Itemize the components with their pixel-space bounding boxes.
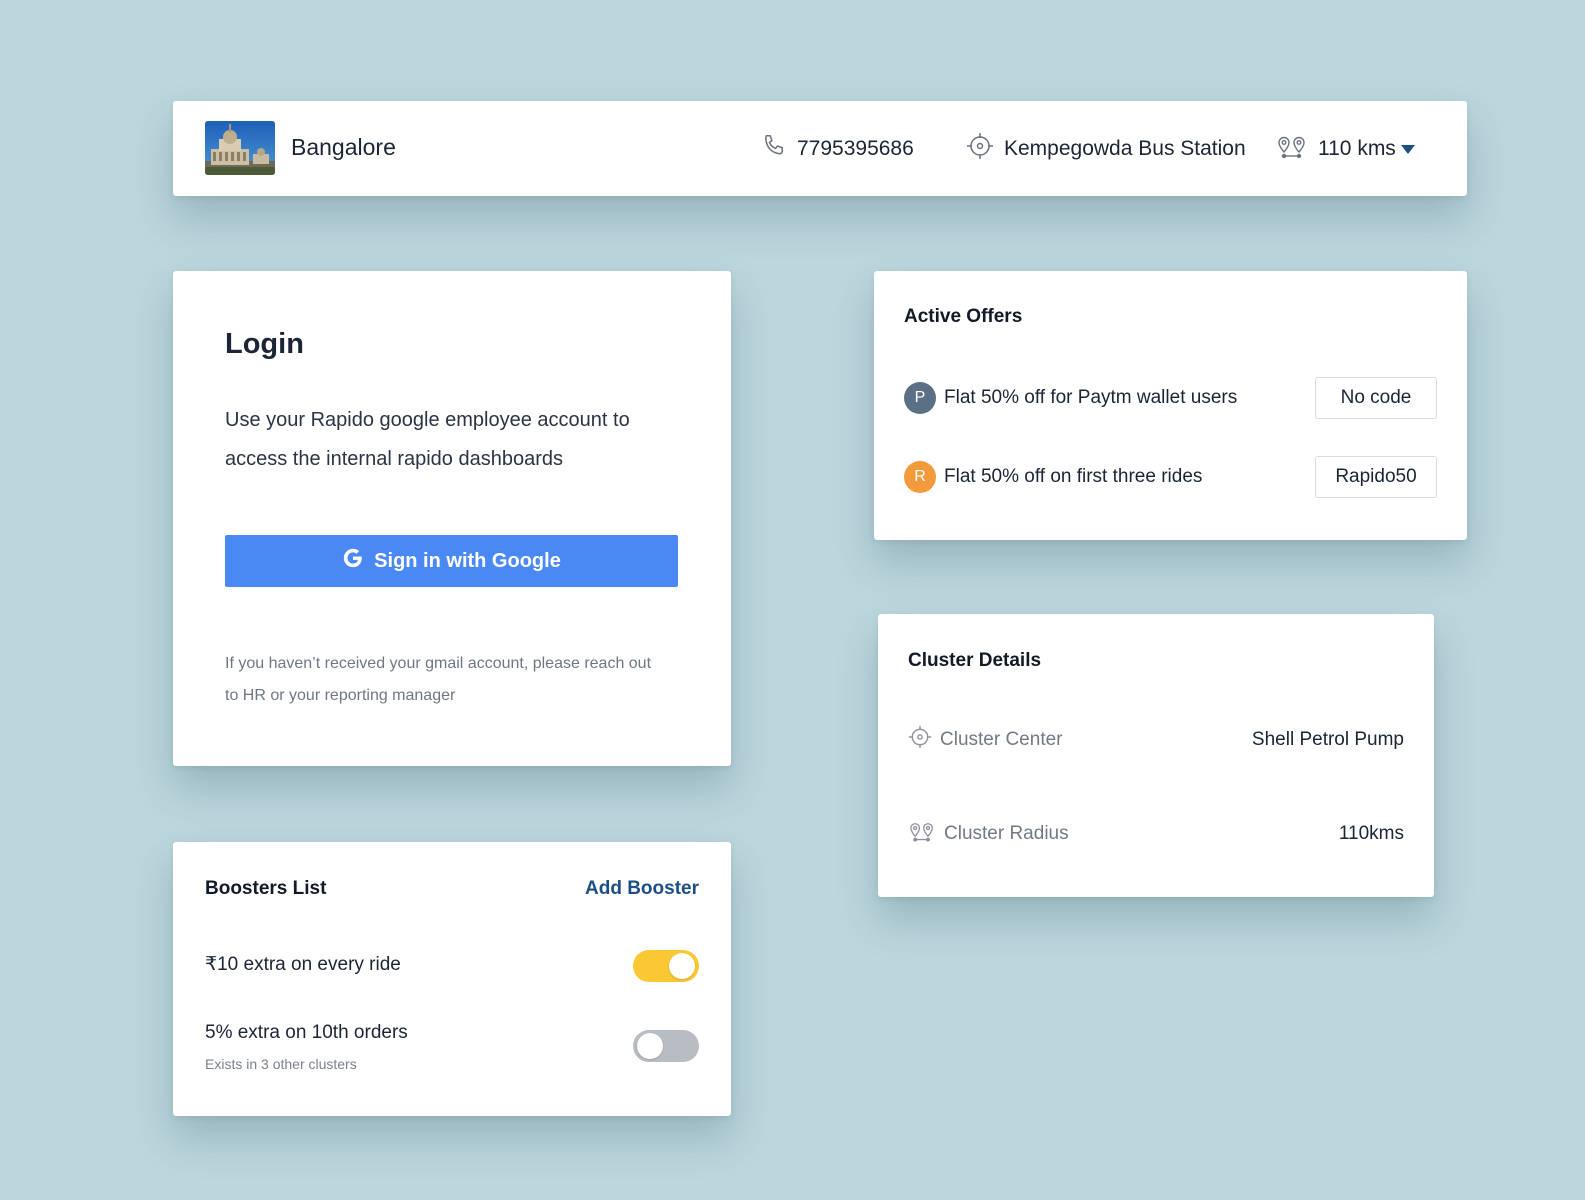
cluster-center-row: Cluster Center Shell Petrol Pump	[908, 725, 1404, 755]
booster-toggle[interactable]	[633, 950, 699, 982]
phone-number: 7795395686	[761, 101, 914, 196]
booster-label: 5% extra on 10th orders	[205, 1022, 408, 1043]
cluster-radius-row: Cluster Radius 110kms	[908, 819, 1404, 849]
offer-item: R Flat 50% off on first three rides Rapi…	[904, 456, 1437, 498]
offer-avatar: R	[904, 461, 936, 493]
booster-label: ₹10 extra on every ride	[205, 954, 401, 975]
boosters-card: Boosters List Add Booster ₹10 extra on e…	[173, 842, 731, 1116]
booster-item: 5% extra on 10th orders Exists in 3 othe…	[205, 1020, 699, 1072]
cluster-center-value: Shell Petrol Pump	[1251, 729, 1404, 750]
add-booster-button[interactable]: Add Booster	[585, 878, 699, 900]
login-help-note: If you haven’t received your gmail accou…	[225, 655, 652, 704]
offer-text: Flat 50% off on first three rides	[944, 466, 1203, 487]
sign-in-google-label: Sign in with Google	[374, 549, 561, 572]
crosshair-icon	[966, 132, 1004, 166]
active-offers-card: Active Offers P Flat 50% off for Paytm w…	[874, 271, 1467, 540]
login-title: Login	[225, 328, 304, 360]
sign-in-google-button[interactable]: Sign in with Google	[225, 535, 678, 587]
offer-avatar: P	[904, 382, 936, 414]
offer-code[interactable]: Rapido50	[1315, 456, 1437, 498]
offer-item: P Flat 50% off for Paytm wallet users No…	[904, 377, 1437, 419]
boosters-title: Boosters List	[205, 878, 327, 899]
toggle-knob	[669, 953, 695, 979]
station-location: Kempegowda Bus Station	[966, 101, 1246, 196]
cluster-title: Cluster Details	[908, 650, 1042, 671]
chevron-down-icon[interactable]	[1397, 141, 1419, 157]
offer-code[interactable]: No code	[1315, 377, 1437, 419]
booster-subtext: Exists in 3 other clusters	[205, 1056, 357, 1072]
cluster-radius-value: 110kms	[1338, 823, 1404, 844]
phone-icon	[761, 133, 797, 165]
city-name: Bangalore	[291, 134, 396, 160]
login-description: Use your Rapido google employee account …	[225, 409, 630, 470]
booster-toggle[interactable]	[633, 1030, 699, 1062]
toggle-knob	[637, 1033, 663, 1059]
pins-icon	[908, 819, 944, 849]
city-thumbnail	[205, 121, 275, 175]
crosshair-icon	[908, 725, 940, 755]
phone-text: 7795395686	[797, 136, 914, 160]
offers-title: Active Offers	[904, 306, 1023, 327]
login-card: Login Use your Rapido google employee ac…	[173, 271, 731, 766]
booster-item: ₹10 extra on every ride	[205, 950, 699, 982]
radius-text: 110 kms	[1318, 136, 1396, 160]
cluster-header-bar: Bangalore 7795395686 Kempegowda Bus Stat…	[173, 101, 1467, 196]
station-text: Kempegowda Bus Station	[1004, 136, 1246, 160]
pins-icon	[1276, 132, 1318, 166]
cluster-radius-label: Cluster Radius	[944, 823, 1069, 844]
cluster-radius: 110 kms	[1276, 101, 1396, 196]
cluster-details-card: Cluster Details Cluster Center Shell Pet…	[878, 614, 1434, 897]
offer-text: Flat 50% off for Paytm wallet users	[944, 387, 1238, 408]
google-icon	[342, 547, 374, 575]
cluster-center-label: Cluster Center	[940, 729, 1063, 750]
